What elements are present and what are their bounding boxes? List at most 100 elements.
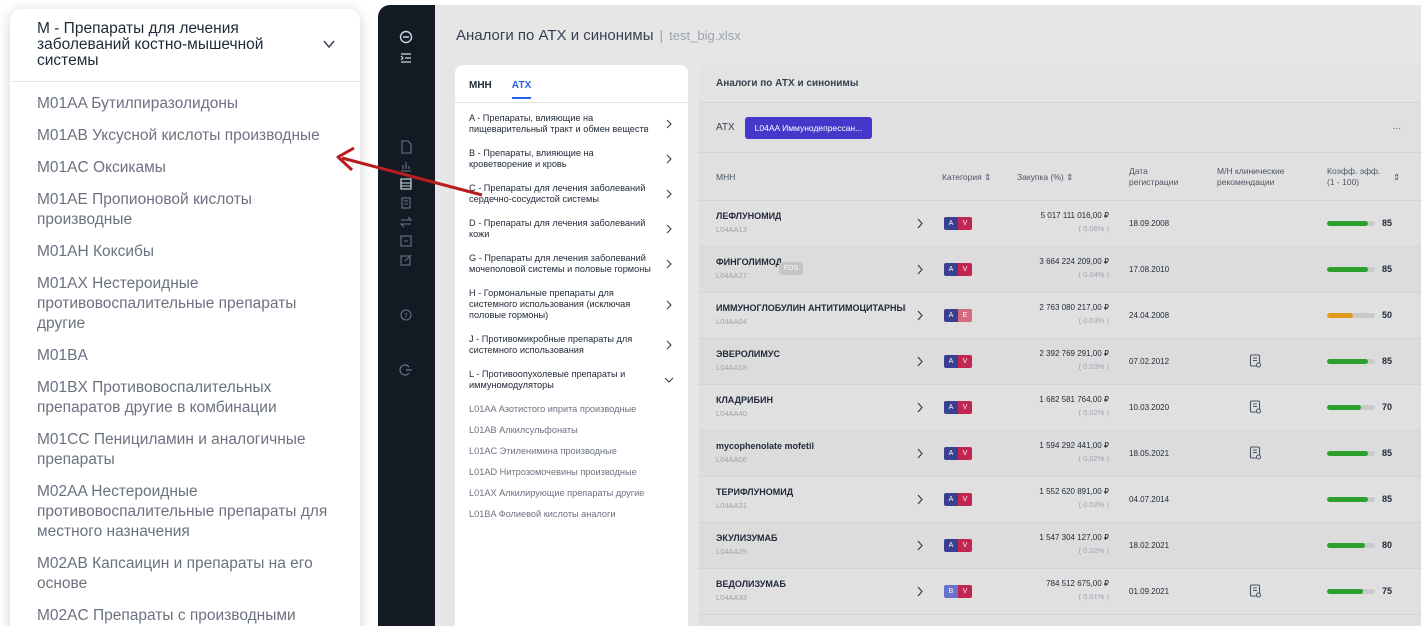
efficiency-score: 85: [1382, 264, 1393, 274]
chevron-right-icon: [666, 224, 672, 234]
tree-subgroup-item[interactable]: L01AD Нитрозомочевины производные: [469, 467, 674, 478]
table-row[interactable]: ТЕРИФЛУНОМИД L04AA31 A V 1 552 620 891,00 ₽ (…: [699, 477, 1421, 523]
help-icon[interactable]: ?: [399, 308, 413, 322]
registration-date: 04.07.2014: [1129, 495, 1170, 504]
clinical-recommendation-icon[interactable]: [1249, 584, 1262, 598]
classification-tree-panel: МНН АТХ A - Препараты, влияющие на пищев…: [455, 65, 688, 626]
purchase-amount: 1 547 304 127,00 ₽ ( 0.02% ): [1019, 533, 1109, 555]
chevron-right-icon: [666, 340, 672, 350]
zoom-subgroup-item[interactable]: M01BX Противовоспалительных препаратов д…: [37, 378, 342, 418]
tree-group-item[interactable]: A - Препараты, влияющие на пищеварительн…: [469, 113, 674, 135]
efficiency-bar: [1327, 221, 1375, 226]
tree-subgroup-item[interactable]: L01AA Азотистого иприта производные: [469, 404, 674, 415]
chevron-down-icon: [664, 377, 674, 383]
edit-icon[interactable]: [399, 253, 413, 267]
zoom-subgroup-item[interactable]: M01AC Оксикамы: [37, 158, 342, 178]
clinical-recommendation-icon[interactable]: [1249, 354, 1262, 368]
zoom-subgroup-item[interactable]: M01AX Нестероидные противовоспалительные…: [37, 274, 342, 334]
calculator-icon[interactable]: [399, 234, 413, 248]
tree-group-item[interactable]: H - Гормональные препараты для системног…: [469, 288, 674, 321]
registration-date: 18.09.2008: [1129, 219, 1170, 228]
table-icon[interactable]: [399, 177, 413, 191]
col-coefficient[interactable]: Коэфф. эфф. (1 - 100): [1327, 166, 1387, 188]
chevron-right-icon[interactable]: [915, 218, 925, 229]
zoom-subgroup-item[interactable]: M02AA Нестероидные противовоспалительные…: [37, 482, 342, 542]
category-letter: V: [958, 585, 972, 598]
tree-group-item[interactable]: C - Препараты для лечения заболеваний се…: [469, 183, 674, 205]
chevron-right-icon[interactable]: [915, 356, 925, 367]
efficiency-score: 85: [1382, 218, 1393, 228]
report-icon[interactable]: [399, 196, 413, 210]
table-row[interactable]: ИММУНОГЛОБУЛИН АНТИТИМОЦИТАРНЫЙ L04AA04 A E…: [699, 293, 1421, 339]
tree-group-item[interactable]: D - Препараты для лечения заболеваний ко…: [469, 218, 674, 240]
zoom-group-header[interactable]: M - Препараты для лечения заболеваний ко…: [10, 9, 360, 69]
tree-group-item[interactable]: J - Противомикробные препараты для систе…: [469, 334, 674, 356]
tree-group-label: L - Противоопухолевые препараты и иммуно…: [469, 369, 626, 390]
tree-subgroup-item[interactable]: L01BA Фолиевой кислоты аналоги: [469, 509, 674, 520]
category-letter: E: [958, 309, 972, 322]
logo-icon[interactable]: [399, 30, 413, 44]
tree-group-item[interactable]: G - Препараты для лечения заболеваний мо…: [469, 253, 674, 275]
zoom-subgroup-item[interactable]: M02AC Препараты с производными: [37, 606, 342, 626]
tree-subgroup-item[interactable]: L01AX Алкилирующие препараты другие: [469, 488, 674, 499]
purchase-percent: ( 0.02% ): [1078, 500, 1109, 509]
atx-code: L04AA31: [716, 501, 747, 510]
chevron-right-icon[interactable]: [915, 310, 925, 321]
results-title: Аналоги по АТХ и синонимы: [699, 65, 1421, 103]
table-row[interactable]: ЭКУЛИЗУМАБ L04AA25 A V 1 547 304 127,00 ₽ ( 0…: [699, 523, 1421, 569]
category-letter: V: [958, 355, 972, 368]
table-row[interactable]: mycophenolate mofetil L04AA06 A V 1 594 292 …: [699, 431, 1421, 477]
table-row[interactable]: ВЕДОЛИЗУМАБ L04AA33 B V 784 512 675,00 ₽ ( 0.…: [699, 569, 1421, 615]
chevron-right-icon[interactable]: [915, 402, 925, 413]
tree-subgroup-item[interactable]: L01AB Алкилсульфонаты: [469, 425, 674, 436]
tab-atx[interactable]: АТХ: [511, 65, 531, 103]
category-badge: AV: [944, 217, 972, 230]
col-purchase[interactable]: Закупка (%) ⇕: [1017, 172, 1073, 183]
col-coefficient-sort-icon[interactable]: ⇕: [1393, 172, 1400, 183]
zoom-subgroup-item[interactable]: M01AH Коксибы: [37, 242, 342, 262]
document-icon[interactable]: [399, 140, 413, 154]
swap-icon[interactable]: [399, 215, 413, 229]
tree-group-item[interactable]: L - Противоопухолевые препараты и иммуно…: [469, 369, 674, 391]
tree-group-item[interactable]: B - Препараты, влияющие на кроветворение…: [469, 148, 674, 170]
atx-code: L04AA27: [716, 271, 747, 280]
tree-subgroup-item[interactable]: L01AC Этиленимина производные: [469, 446, 674, 457]
chevron-right-icon[interactable]: [915, 586, 925, 597]
category-letter: A: [944, 401, 958, 414]
clinical-recommendation-icon[interactable]: [1249, 446, 1262, 460]
table-row[interactable]: ФИНГОЛИМОД L04AA27 FDS A V 3 664 224 209,00 ₽…: [699, 247, 1421, 293]
zoom-subgroup-item[interactable]: M01BA: [37, 346, 342, 366]
clinical-recommendation-icon[interactable]: [1249, 400, 1262, 414]
chevron-right-icon[interactable]: [915, 264, 925, 275]
zoom-subgroup-item[interactable]: M01CC Пенициламин и аналогичные препарат…: [37, 430, 342, 470]
chevron-right-icon[interactable]: [915, 448, 925, 459]
col-recommendations: М/Н клинические рекомендации: [1217, 166, 1285, 187]
chevron-right-icon[interactable]: [915, 494, 925, 505]
col-category[interactable]: Категория ⇕: [942, 172, 991, 183]
drug-name: ЭВЕРОЛИМУС: [716, 349, 780, 359]
category-badge: AV: [944, 263, 972, 276]
category-badge: AV: [944, 447, 972, 460]
efficiency-bar: [1327, 497, 1375, 502]
efficiency-bar-fill: [1327, 221, 1368, 226]
table-row[interactable]: ЛЕФЛУНОМИД L04AA13 A V 5 017 111 016,00 ₽ ( 0…: [699, 201, 1421, 247]
chart-icon[interactable]: [399, 159, 413, 173]
tree-group-list: A - Препараты, влияющие на пищеварительн…: [455, 103, 688, 520]
chevron-down-icon[interactable]: [322, 37, 336, 51]
zoom-subgroup-item[interactable]: M01AB Уксусной кислоты производные: [37, 126, 342, 146]
purchase-value: 2 763 080 217,00 ₽: [1039, 303, 1109, 312]
purchase-value: 1 682 581 764,00 ₽: [1039, 395, 1109, 404]
collapse-menu-icon[interactable]: [399, 51, 413, 65]
chevron-right-icon[interactable]: [915, 540, 925, 551]
zoom-subgroup-item[interactable]: M02AB Капсаицин и препараты на его основ…: [37, 554, 342, 594]
filter-chip[interactable]: L04AA Иммунодепрессан...: [744, 116, 873, 139]
table-row[interactable]: ЭВЕРОЛИМУС L04AA18 A V 2 392 769 291,00 ₽ ( 0…: [699, 339, 1421, 385]
zoom-subgroup-item[interactable]: M01AE Пропионовой кислоты производные: [37, 190, 342, 230]
category-badge: AV: [944, 401, 972, 414]
more-options-icon[interactable]: ...: [1393, 121, 1401, 132]
drug-name: ЛЕФЛУНОМИД: [716, 211, 782, 221]
tab-mnn[interactable]: МНН: [469, 65, 492, 103]
zoom-subgroup-item[interactable]: M01AA Бутилпиразолидоны: [37, 94, 342, 114]
table-row[interactable]: КЛАДРИБИН L04AA40 A V 1 682 581 764,00 ₽ ( 0.…: [699, 385, 1421, 431]
logout-icon[interactable]: [399, 363, 413, 377]
